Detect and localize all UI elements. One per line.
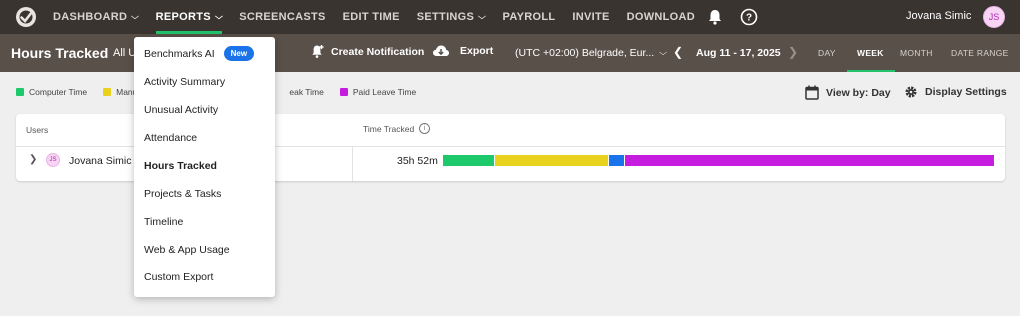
nav-payroll-label: PAYROLL [502,11,556,23]
date-range-label[interactable]: Aug 11 - 17, 2025 [696,47,781,59]
view-by-label: View by: Day [826,86,891,99]
timezone-select[interactable]: (UTC +02:00) Belgrade, Eur... ⌵ [515,47,668,59]
bar-segment[interactable] [608,155,624,166]
menu-item-projects-tasks[interactable]: Projects & Tasks [144,188,221,200]
column-header-label: Time Tracked [363,123,415,134]
previous-period-button[interactable]: ❮ [673,45,683,59]
legend-swatch [339,88,348,96]
legend-label: eak Time [289,87,324,97]
row-total-time: 35h 52m [397,155,438,167]
nav-settings-label: SETTINGS [416,11,475,23]
nav-settings[interactable]: SETTINGS ⌵ [417,0,486,34]
legend-item-break-time: eak Time [289,87,324,97]
nav-download[interactable]: DOWNLOAD [627,0,695,34]
menu-item-custom-export[interactable]: Custom Export [144,271,213,283]
nav-dashboard[interactable]: DASHBOARD ⌵ [53,0,139,34]
export-label: Export [460,45,494,57]
display-settings-label: Display Settings [925,86,1007,98]
legend-label: Paid Leave Time [352,87,417,97]
app-logo-icon[interactable] [15,6,37,28]
bar-segment[interactable] [493,155,609,166]
chevron-right-icon[interactable]: ❯ [29,154,37,165]
nav-payroll[interactable]: PAYROLL [503,0,556,34]
timezone-value: (UTC +02:00) Belgrade, Eur... [515,47,655,59]
avatar: JS [46,153,60,167]
next-period-button[interactable]: ❯ [788,45,798,59]
help-icon[interactable]: ? [740,8,758,26]
chevron-down-icon: ⌵ [214,12,224,21]
legend-item-computer-time: Computer Time [16,87,87,97]
create-notification-label: Create Notification [331,45,425,58]
user-filter[interactable]: All U [113,47,136,59]
row-user-name[interactable]: Jovana Simic [69,155,131,167]
display-settings-button[interactable]: Display Settings [904,85,1007,99]
legend-label: Computer Time [29,87,88,97]
menu-item-attendance[interactable]: Attendance [144,132,197,144]
legend-swatch [103,88,112,96]
new-badge: New [223,46,255,61]
tab-week[interactable]: WEEK [847,34,895,72]
column-header-users[interactable]: Users [26,125,48,135]
user-name[interactable]: Jovana Simic [906,10,971,22]
calendar-icon [805,85,819,100]
nav-screencasts[interactable]: SCREENCASTS [239,0,325,34]
nav-dashboard-label: DASHBOARD [53,11,128,23]
avatar[interactable]: JS [983,6,1005,28]
legend-item-paid-leave: Paid Leave Time [339,87,417,97]
column-header-time-tracked[interactable]: Time Tracked i [363,123,431,134]
bar-segment[interactable] [443,155,494,166]
menu-item-web-app-usage[interactable]: Web & App Usage [144,244,230,256]
cloud-download-icon [433,45,449,56]
top-nav-bar: DASHBOARD ⌵ REPORTS ⌵ SCREENCASTS EDIT TIM… [0,0,1020,34]
menu-item-hours-tracked[interactable]: Hours Tracked [144,160,217,172]
nav-edit-time-label: EDIT TIME [342,11,400,23]
export-button[interactable]: Export [432,44,493,58]
reports-dropdown-menu: Benchmarks AI New Activity Summary Unusu… [134,37,275,297]
svg-text:?: ? [746,13,752,24]
menu-item-activity-summary[interactable]: Activity Summary [144,76,225,88]
info-icon[interactable]: i [419,123,431,134]
nav-invite[interactable]: INVITE [572,0,609,34]
bell-icon[interactable] [706,8,724,26]
tab-month[interactable]: MONTH [900,34,933,72]
divider [352,147,353,181]
view-by-button[interactable]: View by: Day [805,85,891,100]
create-notification-button[interactable]: Create Notification [310,44,424,59]
chevron-down-icon: ⌵ [131,12,140,21]
gear-icon [905,86,917,98]
legend-item-manual-time: Manu [103,87,137,97]
nav-edit-time[interactable]: EDIT TIME [343,0,400,34]
page-title: Hours Tracked [11,45,109,61]
tab-day[interactable]: DAY [818,34,836,72]
menu-item-benchmarks-ai[interactable]: Benchmarks AI New [144,46,255,61]
legend-swatch [16,88,24,96]
chevron-down-icon: ⌵ [478,12,487,21]
nav-invite-label: INVITE [572,11,610,23]
nav-download-label: DOWNLOAD [626,11,696,23]
nav-reports[interactable]: REPORTS ⌵ [155,0,224,34]
menu-item-timeline[interactable]: Timeline [144,216,183,228]
menu-item-label: Benchmarks AI [144,47,215,60]
tab-date-range[interactable]: DATE RANGE [951,34,1009,72]
bar-segment[interactable] [623,155,994,166]
chevron-down-icon: ⌵ [659,48,668,57]
time-breakdown-bar [443,155,994,166]
nav-screencasts-label: SCREENCASTS [239,11,326,23]
menu-item-unusual-activity[interactable]: Unusual Activity [144,104,218,116]
main-nav: DASHBOARD ⌵ REPORTS ⌵ SCREENCASTS EDIT TIM… [53,0,712,34]
bell-plus-icon [312,45,324,58]
nav-reports-label: REPORTS [155,11,211,23]
